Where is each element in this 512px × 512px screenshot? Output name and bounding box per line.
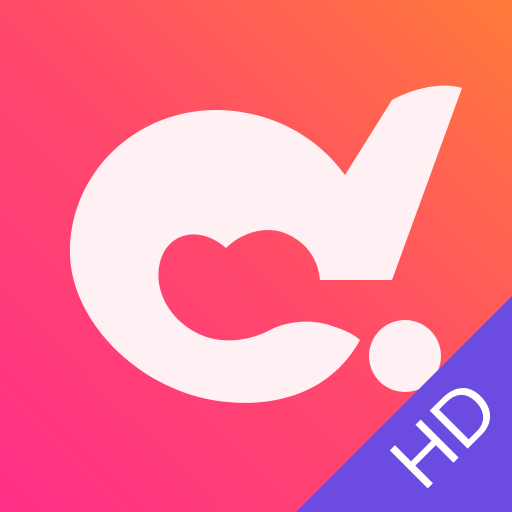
app-icon: HD bbox=[0, 0, 512, 512]
